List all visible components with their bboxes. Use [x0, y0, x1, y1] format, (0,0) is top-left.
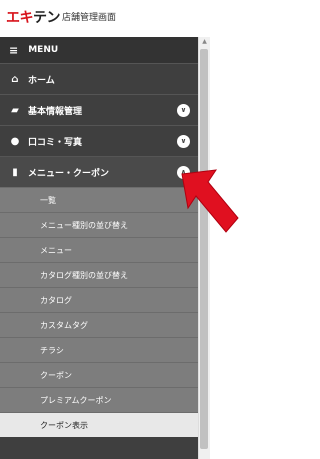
chevron-down-icon[interactable]: ∨ [177, 135, 190, 148]
scroll-up-icon[interactable]: ▲ [199, 37, 210, 47]
nav-label: 基本情報管理 [28, 106, 83, 117]
arrow-shape [181, 169, 239, 233]
sidebar: ≡ MENU ⌂ ホーム ▰ 基本情報管理 ∨ ● 口コミ・写真 ∨ ▮ メニュ… [0, 37, 198, 459]
bookmark-icon: ▮ [12, 166, 18, 178]
hamburger-icon[interactable]: ≡ [9, 44, 18, 57]
nav-item-basic-info[interactable]: ▰ 基本情報管理 ∨ [0, 94, 198, 125]
top-header: エキテン 店舗管理画面 [0, 0, 241, 34]
submenu-item-catalog-type-sort[interactable]: カタログ種別の並び替え [0, 262, 198, 287]
nav-label: ホーム [28, 75, 55, 86]
nav-item-home[interactable]: ⌂ ホーム [0, 63, 198, 94]
submenu-item-catalog[interactable]: カタログ [0, 287, 198, 312]
logo-mark: エキ [6, 10, 34, 26]
submenu-menu-coupon: 一覧 メニュー種別の並び替え メニュー カタログ種別の並び替え カタログ カスタ… [0, 187, 198, 437]
red-pointer-arrow-icon [181, 169, 239, 233]
scrollbar-thumb[interactable] [200, 49, 208, 449]
submenu-item-flyer[interactable]: チラシ [0, 337, 198, 362]
submenu-item-coupon-display[interactable]: クーポン表示 [0, 412, 198, 437]
page-title: 店舗管理画面 [62, 13, 117, 23]
sidebar-scrollbar[interactable]: ▲ [198, 37, 210, 459]
nav-label: メニュー・クーポン [28, 168, 110, 179]
submenu-item-menu[interactable]: メニュー [0, 237, 198, 262]
home-icon: ⌂ [11, 73, 19, 85]
nav-item-reviews-photos[interactable]: ● 口コミ・写真 ∨ [0, 125, 198, 156]
folder-icon: ▰ [11, 104, 19, 116]
submenu-item-premium-coupon[interactable]: プレミアムクーポン [0, 387, 198, 412]
logo-text: テン [33, 10, 61, 26]
submenu-item-list[interactable]: 一覧 [0, 187, 198, 212]
nav-item-menu-coupon[interactable]: ▮ メニュー・クーポン ∧ [0, 156, 198, 187]
submenu-item-coupon[interactable]: クーポン [0, 362, 198, 387]
nav-label: 口コミ・写真 [28, 137, 83, 148]
comments-icon: ● [10, 135, 20, 147]
ekiten-logo[interactable]: エキテン [6, 7, 61, 27]
chevron-down-icon[interactable]: ∨ [177, 104, 190, 117]
submenu-item-menu-type-sort[interactable]: メニュー種別の並び替え [0, 212, 198, 237]
submenu-item-custom-tag[interactable]: カスタムタグ [0, 312, 198, 337]
menu-label: MENU [28, 45, 59, 55]
menu-header[interactable]: ≡ MENU [0, 37, 198, 63]
